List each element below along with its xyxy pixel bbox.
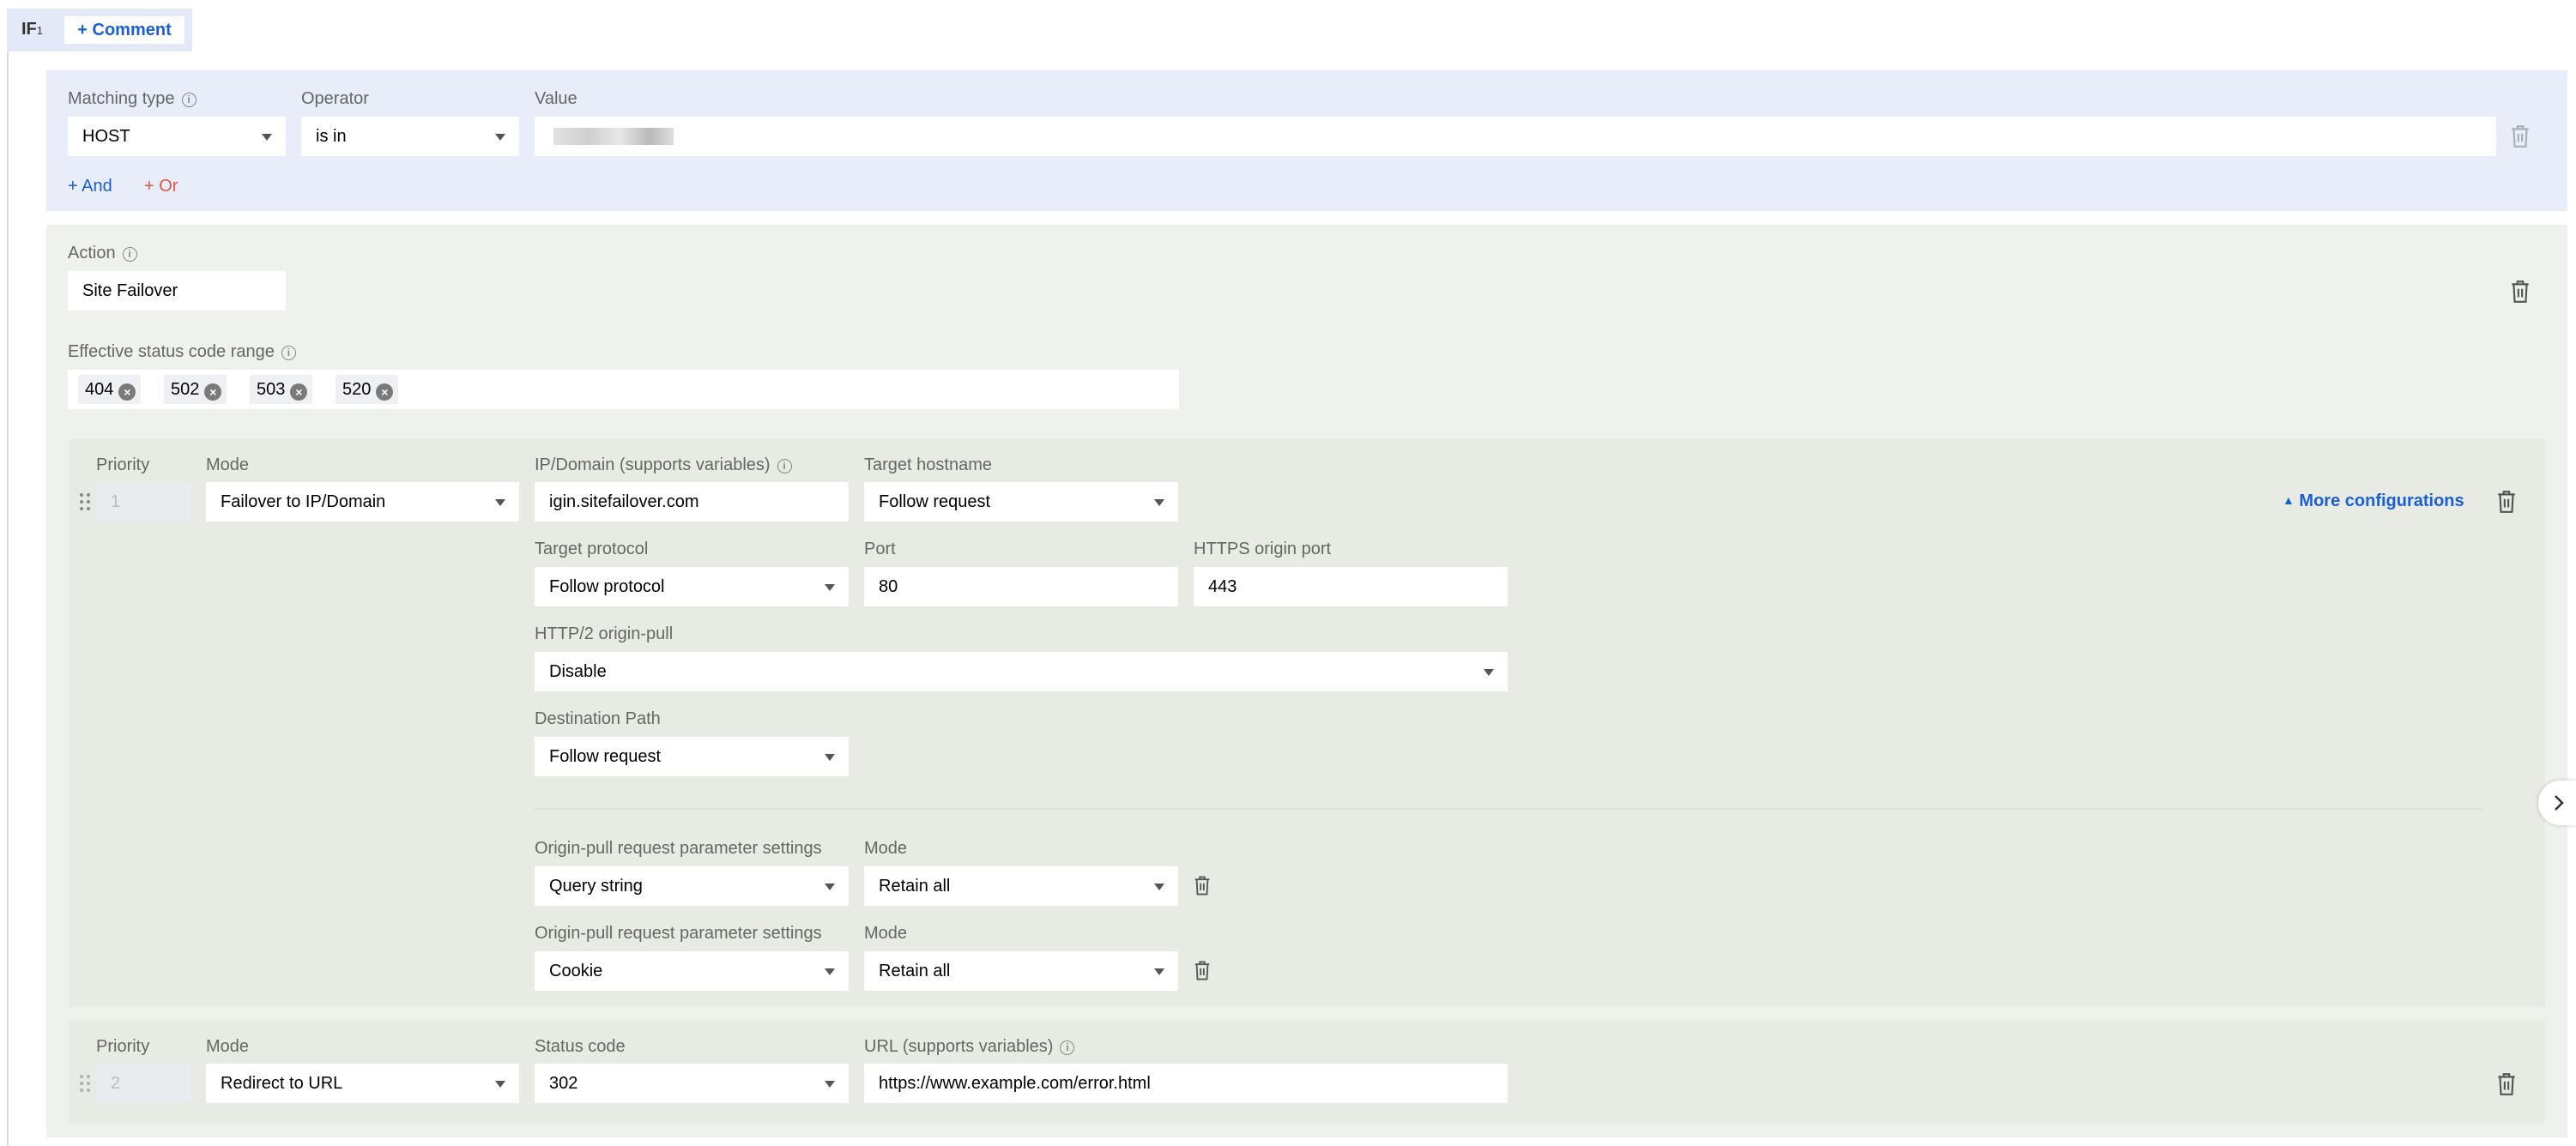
status-tag: 404 ×: [78, 375, 142, 404]
close-circle-icon[interactable]: ×: [204, 383, 222, 401]
comment-button[interactable]: + Comment: [64, 16, 184, 44]
chevron-down-icon: [1154, 884, 1164, 890]
param-mode-label: Mode: [864, 839, 908, 858]
port-label: Port: [864, 540, 896, 558]
url-input[interactable]: https://www.example.com/error.html: [864, 1064, 1508, 1103]
http2-label: HTTP/2 origin-pull: [535, 624, 674, 643]
mode-label: Mode: [206, 455, 250, 474]
divider: [535, 808, 2482, 810]
chevron-down-icon: [825, 584, 835, 591]
target-protocol-label: Target protocol: [535, 540, 649, 558]
drag-handle-icon[interactable]: [79, 492, 91, 511]
chevron-down-icon: [825, 754, 835, 761]
target-hostname-select[interactable]: Follow request: [864, 482, 1178, 522]
close-circle-icon[interactable]: ×: [290, 383, 308, 401]
chevron-down-icon: [1154, 499, 1164, 506]
close-circle-icon[interactable]: ×: [376, 383, 394, 401]
mode-select[interactable]: Failover to IP/Domain: [206, 482, 519, 522]
param-mode-label: Mode: [864, 924, 908, 943]
target-hostname-label: Target hostname: [864, 455, 992, 474]
operator-select[interactable]: is in: [301, 117, 519, 156]
url-label: URL (supports variables) i: [864, 1036, 1075, 1057]
mode-label: Mode: [206, 1037, 250, 1056]
add-or-button[interactable]: + Or: [144, 177, 178, 196]
priority-label: Priority: [96, 1037, 150, 1056]
trash-icon[interactable]: [1193, 960, 1212, 981]
mode-select[interactable]: Redirect to URL: [206, 1064, 519, 1103]
param-mode-select[interactable]: Retain all: [864, 866, 1178, 906]
trash-icon[interactable]: [2495, 1072, 2518, 1096]
status-tag: 503 ×: [250, 375, 313, 404]
matching-type-select[interactable]: HOST: [68, 117, 286, 156]
chevron-down-icon: [495, 134, 505, 141]
chevron-down-icon: [495, 1081, 505, 1088]
matching-type-label: Matching type i: [68, 88, 197, 109]
status-range-label: Effective status code range i: [68, 341, 296, 362]
value-input[interactable]: [535, 117, 2496, 156]
target-protocol-select[interactable]: Follow protocol: [535, 567, 849, 606]
priority-input: 1: [96, 482, 190, 522]
info-icon[interactable]: i: [281, 346, 296, 360]
redacted-value-chip: [553, 128, 674, 145]
info-icon[interactable]: i: [777, 459, 792, 473]
if-header: IF1 + Comment: [7, 9, 192, 51]
destination-path-select[interactable]: Follow request: [535, 737, 849, 776]
drag-handle-icon[interactable]: [79, 1074, 91, 1093]
info-icon[interactable]: i: [1060, 1040, 1075, 1055]
chevron-down-icon: [495, 499, 505, 506]
if-label: IF1: [21, 20, 44, 39]
https-port-input[interactable]: 443: [1194, 567, 1508, 606]
status-tag: 520 ×: [336, 375, 399, 404]
ip-domain-input[interactable]: igin.sitefailover.com: [535, 482, 849, 522]
trash-icon[interactable]: [2509, 124, 2531, 148]
chevron-down-icon: [825, 968, 835, 975]
status-code-label: Status code: [535, 1037, 626, 1056]
chevron-down-icon: [1154, 968, 1164, 975]
close-circle-icon[interactable]: ×: [118, 383, 136, 401]
status-code-select[interactable]: 302: [535, 1064, 849, 1103]
info-icon[interactable]: i: [181, 93, 197, 107]
param-mode-select[interactable]: Retain all: [864, 951, 1178, 991]
chevron-down-icon: [262, 134, 272, 141]
https-port-label: HTTPS origin port: [1194, 540, 1332, 558]
expand-panel-button[interactable]: [2538, 781, 2576, 825]
status-range-input[interactable]: 404 × 502 × 503 × 520 ×: [68, 370, 1179, 409]
status-tag: 502 ×: [164, 375, 227, 404]
ip-domain-label: IP/Domain (supports variables) i: [535, 455, 792, 475]
operator-label: Operator: [301, 89, 369, 108]
add-and-button[interactable]: + And: [68, 177, 112, 196]
param-settings-label: Origin-pull request parameter settings: [535, 839, 822, 858]
param-type-select[interactable]: Cookie: [535, 951, 849, 991]
http2-select[interactable]: Disable: [535, 652, 1508, 691]
info-icon[interactable]: i: [122, 247, 137, 262]
caret-up-icon: ▲: [2283, 493, 2295, 507]
chevron-down-icon: [825, 884, 835, 890]
param-settings-label: Origin-pull request parameter settings: [535, 924, 822, 943]
action-label: Action i: [68, 243, 137, 263]
value-label: Value: [535, 89, 577, 108]
more-configurations-link[interactable]: ▲ More configurations: [2283, 492, 2464, 511]
trash-icon[interactable]: [2495, 490, 2518, 514]
priority-input: 2: [96, 1064, 190, 1103]
destination-path-label: Destination Path: [535, 709, 661, 728]
chevron-right-icon: [2555, 795, 2564, 811]
rule-left-border: [7, 51, 9, 1146]
failover-rule-1: [69, 439, 2545, 1007]
trash-icon[interactable]: [1193, 875, 1212, 896]
chevron-down-icon: [825, 1081, 835, 1088]
priority-label: Priority: [96, 455, 150, 474]
action-select[interactable]: Site Failover: [68, 271, 286, 311]
trash-icon[interactable]: [2509, 280, 2531, 304]
chevron-down-icon: [1484, 669, 1494, 676]
port-input[interactable]: 80: [864, 567, 1178, 606]
param-type-select[interactable]: Query string: [535, 866, 849, 906]
